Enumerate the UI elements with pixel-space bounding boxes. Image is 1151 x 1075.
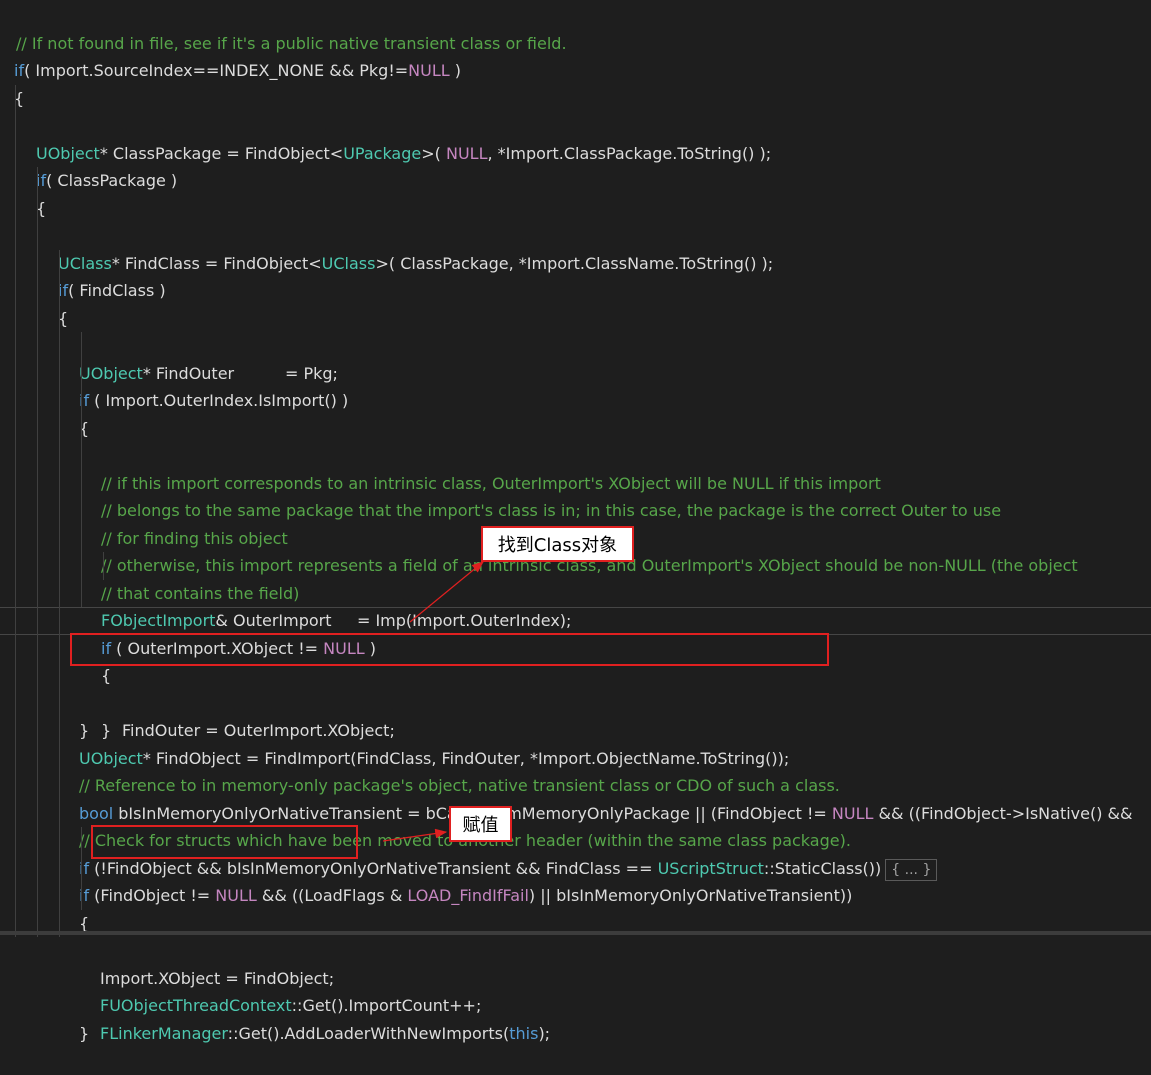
code-text: ); xyxy=(538,1023,551,1043)
code-editor[interactable]: // If not found in file, see if it's a p… xyxy=(0,0,1151,1043)
keyword: this xyxy=(509,1023,539,1043)
code-text: FUObjectThreadContext::Get().ImportCount… xyxy=(100,992,481,1020)
code-text: FLinkerManager::Get().AddLoaderWithNewIm… xyxy=(100,1020,550,1048)
type: FUObjectThreadContext xyxy=(100,996,292,1015)
horizontal-scrollbar[interactable] xyxy=(0,931,1151,935)
code-text: ::Get().AddLoaderWithNewImports( xyxy=(227,1023,510,1043)
annotation-arrows xyxy=(382,561,484,842)
brace: } xyxy=(79,1023,90,1043)
arrow-to-assign-note xyxy=(382,828,448,842)
code-text: ::Get().ImportCount++; xyxy=(291,996,482,1015)
type: FLinkerManager xyxy=(100,1023,228,1043)
arrow-to-find-class-note xyxy=(409,561,484,623)
code-text: Import.XObject = FindObject; xyxy=(100,968,335,988)
